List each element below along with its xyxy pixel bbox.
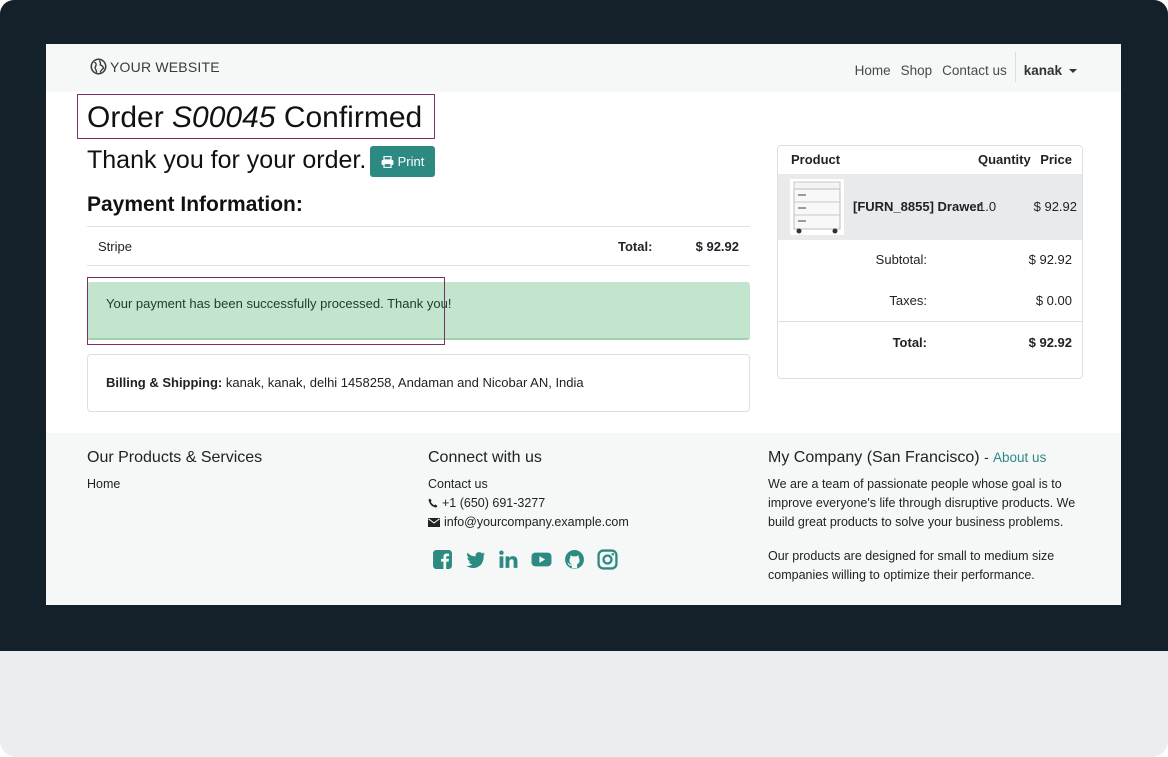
summary-total-label: Total: (892, 335, 927, 350)
payment-method: Stripe (98, 239, 132, 254)
taxes-label: Taxes: (889, 293, 927, 308)
col-quantity: Quantity (978, 152, 1031, 167)
email-address: info@yourcompany.example.com (444, 515, 629, 529)
about-separator: - (984, 450, 989, 465)
payment-total-label: Total: (618, 239, 653, 254)
caret-down-icon (1069, 68, 1077, 73)
browser-screen: YOUR WEBSITE Home Shop Contact us kanak … (46, 44, 1121, 605)
product-name[interactable]: [FURN_8855] Drawer (853, 199, 982, 214)
envelope-icon (428, 517, 440, 527)
footer: Our Products & Services Home Connect wit… (46, 433, 1121, 605)
user-name: kanak (1023, 63, 1062, 78)
payment-table: Stripe Total: $ 92.92 (87, 226, 750, 266)
about-us-link[interactable]: About us (993, 450, 1046, 465)
alert-highlight-box (87, 277, 445, 345)
billing-label: Billing & Shipping: (106, 375, 223, 390)
printer-icon (381, 155, 394, 168)
about-line: Our products are designed for small to m… (768, 549, 1055, 563)
brand-name: YOUR WEBSITE (110, 58, 220, 75)
footer-company-heading: My Company (San Francisco) - About us (768, 449, 1046, 467)
product-row: [FURN_8855] Drawer 1.0 $ 92.92 (778, 174, 1082, 240)
user-menu[interactable]: kanak (1024, 63, 1077, 78)
company-name: My Company (San Francisco) (768, 449, 980, 466)
footer-products-heading: Our Products & Services (87, 449, 263, 466)
social-links (432, 549, 618, 570)
about-line: companies willing to optimize their perf… (768, 568, 1035, 582)
payment-heading: Payment Information: (87, 193, 303, 216)
product-image[interactable] (790, 179, 844, 235)
github-icon[interactable] (564, 549, 585, 570)
about-line: improve everyone's life through disrupti… (768, 496, 1076, 510)
col-product: Product (791, 152, 841, 167)
billing-shipping-box: Billing & Shipping: kanak, kanak, delhi … (87, 354, 750, 412)
monitor-stand (0, 651, 1168, 757)
product-price: $ 92.92 (1033, 199, 1077, 214)
instagram-icon[interactable] (597, 549, 618, 570)
nav-contact-link[interactable]: Contact us (942, 63, 1007, 78)
print-button[interactable]: Print (370, 146, 435, 177)
footer-connect-heading: Connect with us (428, 449, 542, 466)
nav-menu: Home Shop Contact us kanak (845, 52, 1077, 82)
summary-header: Product Quantity Price (778, 146, 1082, 174)
order-summary-card: Product Quantity Price [FURN_8855] Drawe… (777, 145, 1083, 379)
twitter-icon[interactable] (465, 549, 486, 570)
summary-total-value: $ 92.92 (1028, 335, 1072, 350)
about-paragraph-2: Our products are designed for small to m… (768, 547, 1088, 585)
subtotal-label: Subtotal: (875, 252, 927, 267)
thank-you-text: Thank you for your order. (87, 146, 367, 174)
summary-divider (778, 321, 1082, 322)
nav-home-link[interactable]: Home (855, 63, 891, 78)
taxes-value: $ 0.00 (1035, 293, 1072, 308)
print-label: Print (397, 154, 425, 169)
facebook-icon[interactable] (432, 549, 453, 570)
youtube-icon[interactable] (531, 549, 552, 570)
footer-contact-link[interactable]: Contact us (428, 477, 488, 491)
footer-phone: +1 (650) 691-3277 (428, 496, 545, 510)
subtotal-value: $ 92.92 (1028, 252, 1072, 267)
nav-divider (1014, 52, 1016, 82)
footer-email: info@yourcompany.example.com (428, 515, 629, 529)
site-logo[interactable]: YOUR WEBSITE (90, 58, 220, 75)
about-paragraph-1: We are a team of passionate people whose… (768, 475, 1088, 532)
nav-shop-link[interactable]: Shop (901, 63, 933, 78)
about-line: build great products to solve your busin… (768, 515, 1064, 529)
footer-home-link[interactable]: Home (87, 477, 120, 491)
navbar: YOUR WEBSITE Home Shop Contact us kanak (46, 44, 1121, 92)
about-line: We are a team of passionate people whose… (768, 477, 1062, 491)
title-highlight-box (77, 94, 435, 139)
product-quantity: 1.0 (978, 199, 997, 214)
phone-number: +1 (650) 691-3277 (442, 496, 546, 510)
billing-address: kanak, kanak, delhi 1458258, Andaman and… (225, 375, 584, 390)
drawer-cabinet-image (793, 181, 841, 234)
phone-icon (428, 498, 438, 508)
payment-total-value: $ 92.92 (695, 239, 739, 254)
linkedin-icon[interactable] (498, 549, 519, 570)
globe-icon (90, 58, 107, 75)
col-price: Price (1040, 152, 1072, 167)
